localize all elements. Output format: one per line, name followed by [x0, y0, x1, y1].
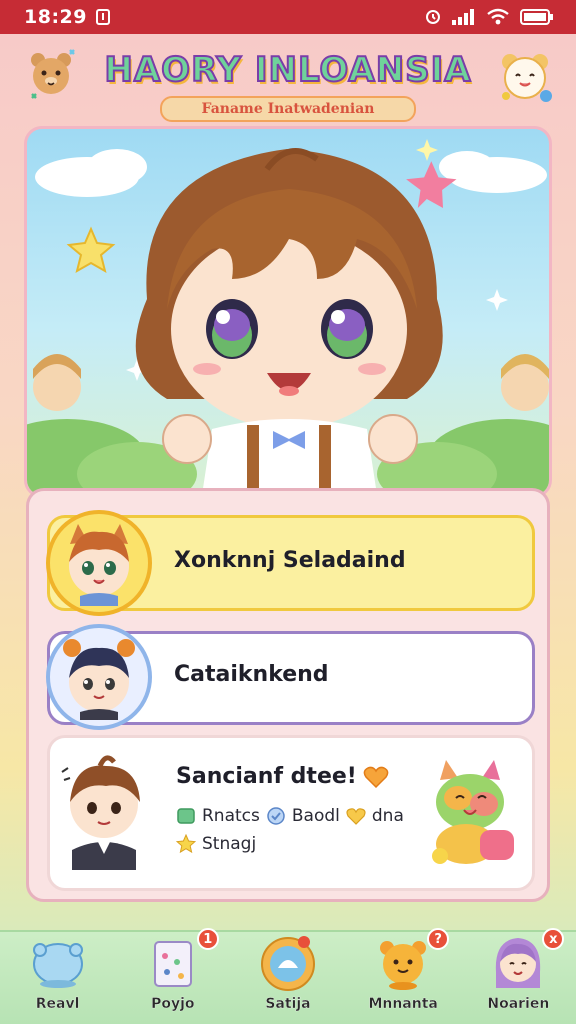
- tag-row: Stnagj: [176, 834, 256, 854]
- nav-item-mnnanta[interactable]: ? Mnnanta: [353, 928, 453, 1024]
- hero-illustration: [24, 126, 552, 498]
- brown-hair-boy-avatar: [61, 755, 140, 870]
- list-item-label: Xonknnj Seladaind: [174, 548, 406, 573]
- girl-avatar-icon: [496, 938, 541, 988]
- status-time: 18:29: [24, 6, 87, 28]
- notification-icon: [95, 9, 110, 25]
- battery-icon: [520, 9, 553, 25]
- cat-mascot-icon: [502, 54, 552, 102]
- blue-blob-icon: [32, 943, 83, 988]
- nav-label: Noarien: [487, 996, 550, 1012]
- round-pet-icon: [260, 936, 315, 991]
- notification-badge: ?: [427, 928, 450, 950]
- bottom-nav: Reavl 1 Poyjo Satija ? Mnnanta x Noarien: [0, 928, 576, 1024]
- wifi-icon: [487, 8, 509, 25]
- nav-item-poyjo[interactable]: 1 Poyjo: [123, 928, 223, 1024]
- orange-heart-icon: [363, 766, 389, 788]
- list-item[interactable]: Cataiknkend: [46, 624, 535, 730]
- app-header: HAORY INLOANSIA Faname Inatwadenian: [0, 34, 576, 126]
- tag-label: Stnagj: [202, 834, 257, 854]
- tag-label: Rnatcs: [202, 806, 260, 826]
- feature-card[interactable]: Sancianf dtee! Rnatcs Baodl dna Stnagj: [47, 735, 535, 891]
- nav-label: Reavl: [35, 996, 80, 1012]
- app-subtitle: Faname Inatwadenian: [160, 96, 416, 122]
- nav-item-satija[interactable]: Satija: [238, 930, 338, 1024]
- tag-label: Baodl: [291, 806, 340, 826]
- bear-mascot-icon: [31, 49, 75, 99]
- tag-label: dna: [371, 806, 404, 826]
- calendar-icon: [153, 941, 192, 987]
- list-item[interactable]: Xonknnj Seladaind: [46, 510, 535, 616]
- rainbow-cat-pet-icon: [432, 760, 514, 864]
- hero-scene: [27, 139, 549, 495]
- app-title: HAORY INLOANSIA: [103, 49, 472, 91]
- feature-title: Sancianf dtee!: [176, 764, 357, 789]
- gold-star-icon: [176, 834, 196, 854]
- list-item-label: Cataiknkend: [174, 662, 329, 687]
- character-list-panel: Xonknnj Seladaind Cataiknkend Sancianf d…: [26, 488, 550, 902]
- green-gem-icon: [176, 806, 196, 826]
- nav-label: Satija: [265, 996, 311, 1012]
- orange-cat-icon: [380, 941, 427, 990]
- nav-label: Mnnanta: [368, 996, 438, 1012]
- nav-item-reavl[interactable]: Reavl: [8, 930, 108, 1024]
- nav-item-noarien[interactable]: x Noarien: [468, 928, 568, 1024]
- bun-hair-boy-avatar: [46, 624, 152, 730]
- alarm-icon: [426, 10, 440, 24]
- gold-heart-icon: [346, 806, 366, 826]
- fox-boy-avatar-icon: [69, 524, 129, 606]
- notification-badge: 1: [196, 928, 219, 950]
- signal-icon: [452, 9, 474, 25]
- blue-shield-icon: [266, 806, 286, 826]
- bun-hair-boy-avatar-icon: [63, 639, 135, 720]
- status-bar: 18:29: [0, 0, 576, 34]
- notification-badge: x: [542, 928, 565, 950]
- fox-boy-avatar: [46, 510, 152, 616]
- tag-row: Rnatcs Baodl dna: [176, 806, 404, 826]
- nav-label: Poyjo: [151, 996, 195, 1012]
